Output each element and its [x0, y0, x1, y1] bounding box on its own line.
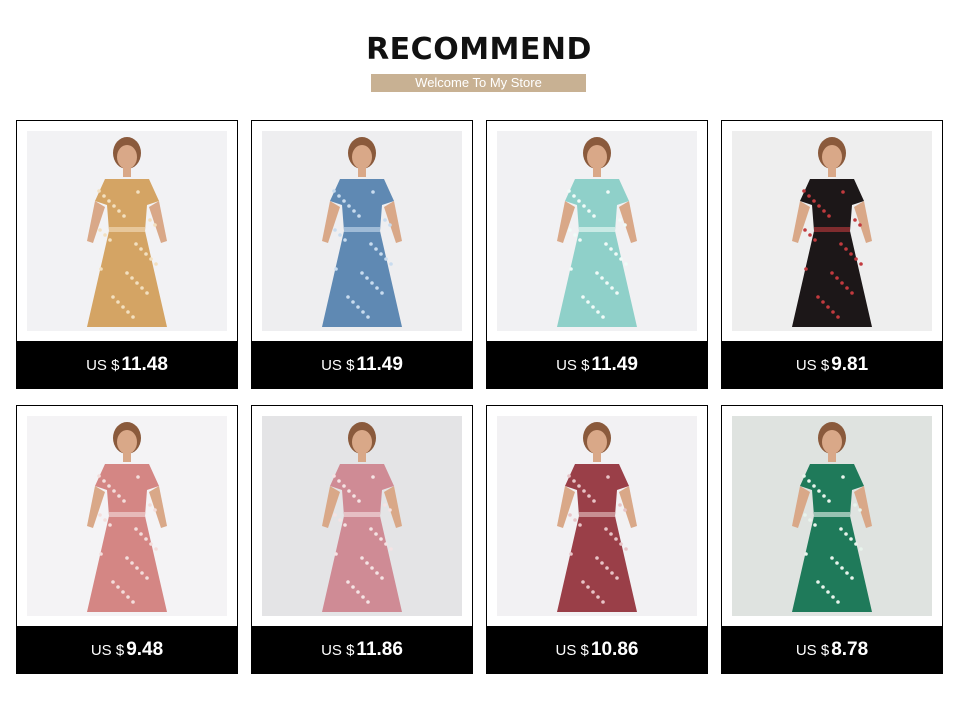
dress-illustration — [322, 422, 402, 612]
price-amount: 11.49 — [356, 354, 403, 375]
price-currency: US $ — [321, 641, 355, 659]
price-bar: US $9.48 — [16, 626, 238, 674]
price-currency: US $ — [321, 356, 355, 374]
product-card[interactable]: US $11.86 — [251, 405, 473, 674]
price-bar: US $11.48 — [16, 341, 238, 389]
store-welcome-banner: Welcome To My Store — [371, 74, 586, 92]
price-bar: US $11.86 — [251, 626, 473, 674]
dress-illustration — [557, 422, 637, 612]
price-bar: US $8.78 — [721, 626, 943, 674]
price-amount: 9.81 — [831, 354, 869, 375]
product-image[interactable] — [262, 416, 462, 616]
product-image[interactable] — [27, 131, 227, 331]
price-currency: US $ — [555, 641, 589, 659]
product-card[interactable]: US $11.48 — [16, 120, 238, 389]
price-bar: US $10.86 — [486, 626, 708, 674]
product-card[interactable]: US $11.49 — [251, 120, 473, 389]
price-currency: US $ — [556, 356, 590, 374]
price-bar: US $11.49 — [486, 341, 708, 389]
price-amount: 8.78 — [831, 639, 869, 660]
price-amount: 11.49 — [591, 354, 638, 375]
dress-illustration — [557, 137, 637, 327]
product-image[interactable] — [497, 416, 697, 616]
dress-illustration — [87, 137, 167, 327]
product-image[interactable] — [732, 416, 932, 616]
price-amount: 11.48 — [121, 354, 168, 375]
page-title: RECOMMEND — [366, 32, 592, 67]
product-card[interactable]: US $8.78 — [721, 405, 943, 674]
price-bar: US $9.81 — [721, 341, 943, 389]
price-currency: US $ — [795, 356, 830, 374]
product-image[interactable] — [27, 416, 227, 616]
price-amount: 9.48 — [126, 639, 164, 660]
product-grid: US $11.48 US $11.49 US $11.49 US $9.81 U… — [16, 120, 943, 674]
price-currency: US $ — [90, 641, 125, 659]
product-card[interactable]: US $9.48 — [16, 405, 238, 674]
price-currency: US $ — [795, 641, 830, 659]
product-image[interactable] — [262, 131, 462, 331]
price-currency: US $ — [86, 356, 120, 374]
product-card[interactable]: US $9.81 — [721, 120, 943, 389]
dress-illustration — [87, 422, 167, 612]
product-image[interactable] — [732, 131, 932, 331]
price-amount: 10.86 — [590, 639, 639, 660]
product-image[interactable] — [497, 131, 697, 331]
dress-illustration — [792, 422, 872, 612]
price-amount: 11.86 — [356, 639, 403, 660]
product-card[interactable]: US $11.49 — [486, 120, 708, 389]
dress-illustration — [792, 137, 872, 327]
dress-illustration — [322, 137, 402, 327]
product-card[interactable]: US $10.86 — [486, 405, 708, 674]
price-bar: US $11.49 — [251, 341, 473, 389]
